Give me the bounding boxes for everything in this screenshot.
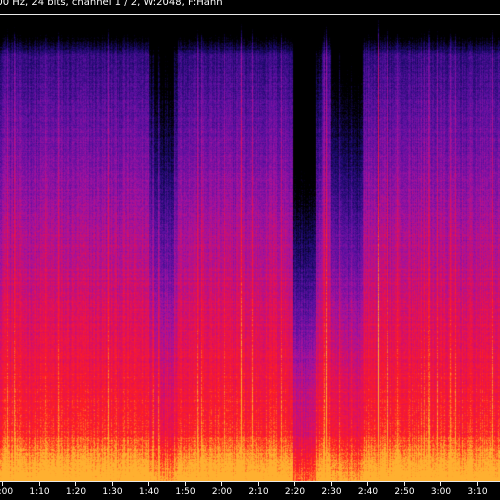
time-tick-label: 1:40 — [138, 487, 160, 497]
time-tick-label: 2:20 — [284, 487, 306, 497]
time-tick-label: 2:50 — [394, 487, 415, 497]
time-tick-mark — [367, 482, 368, 486]
time-tick-mark — [2, 482, 3, 486]
time-tick-mark — [476, 482, 478, 486]
time-tick-label: 1:30 — [102, 487, 123, 497]
time-tick-mark — [148, 482, 149, 486]
time-tick-mark — [330, 482, 332, 486]
spectrogram-view: 000 Hz, 24 bits, channel 1 / 2, W:2048, … — [0, 0, 500, 500]
time-tick-mark — [75, 482, 76, 486]
time-tick-label: 1:50 — [175, 487, 196, 497]
time-tick-mark — [38, 482, 40, 486]
time-tick-label: 3:00 — [430, 487, 452, 497]
time-tick-label: 1:10 — [29, 487, 50, 497]
time-tick-mark — [403, 482, 405, 486]
time-tick-mark — [221, 482, 222, 486]
time-axis: 1:00 1:10 1:20 1:30 1:40 1:50 2:00 2:10 2:20 2:30… — [0, 482, 500, 500]
time-tick-mark — [257, 482, 259, 486]
time-tick-label: 2:00 — [211, 487, 233, 497]
time-tick-label: 2:30 — [321, 487, 342, 497]
time-tick-label: 1:00 — [0, 487, 14, 497]
spectrogram-canvas[interactable] — [0, 15, 500, 481]
time-tick-label: 2:40 — [357, 487, 379, 497]
analysis-info-text: 000 Hz, 24 bits, channel 1 / 2, W:2048, … — [0, 0, 223, 8]
time-tick-label: 2:10 — [248, 487, 269, 497]
time-tick-mark — [294, 482, 295, 486]
time-tick-mark — [184, 482, 186, 486]
time-tick-mark — [440, 482, 441, 486]
time-tick-label: 1:20 — [65, 487, 87, 497]
time-tick-label: 3:10 — [467, 487, 488, 497]
time-tick-mark — [111, 482, 113, 486]
